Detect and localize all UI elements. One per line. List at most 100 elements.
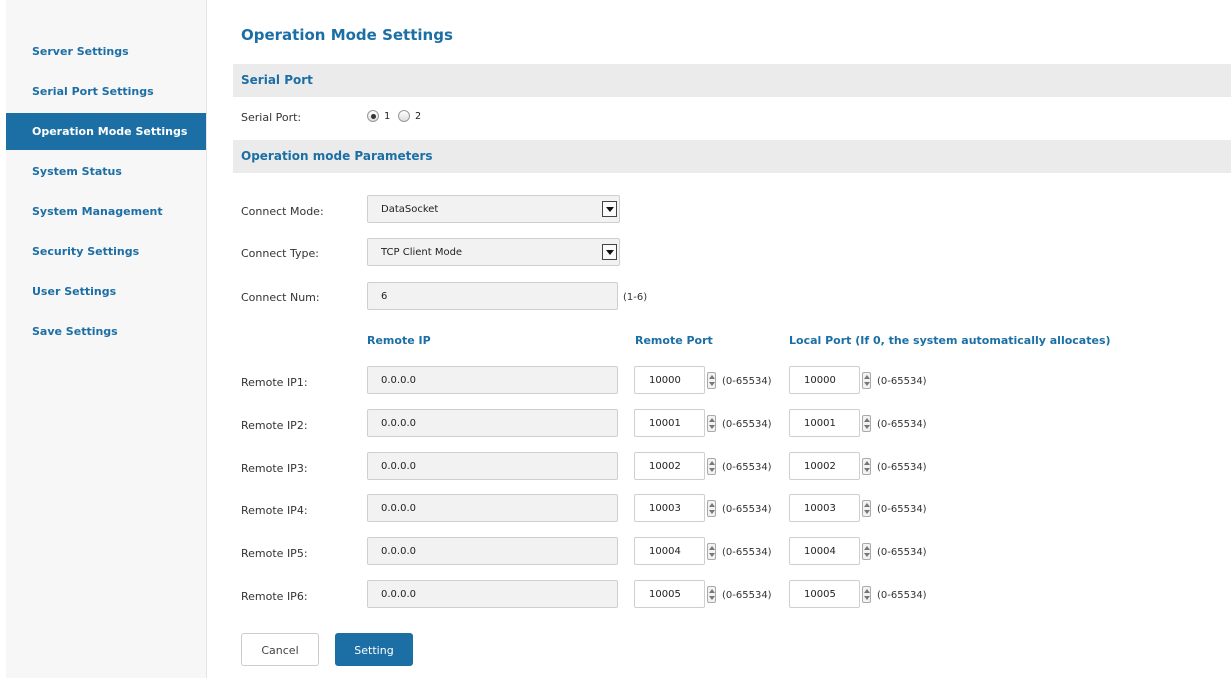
remote-port-input[interactable]: 10003 — [634, 494, 716, 522]
remote-ip-value: 0.0.0.0 — [381, 546, 416, 557]
remote-port-input[interactable]: 10004 — [634, 537, 716, 565]
operation-params-section-header: Operation mode Parameters — [233, 140, 1231, 173]
table-row: Remote IP1: 0.0.0.0 10000 (0-65534) 1000… — [207, 366, 1231, 394]
local-port-range-hint: (0-65534) — [877, 590, 927, 601]
remote-ip-input[interactable]: 0.0.0.0 — [367, 580, 618, 608]
local-port-range-hint: (0-65534) — [877, 504, 927, 515]
serial-port-radio-1[interactable] — [367, 110, 379, 122]
remote-port-column-header: Remote Port — [635, 334, 713, 347]
spinner-arrows-icon[interactable] — [862, 586, 871, 603]
local-port-range-hint: (0-65534) — [877, 547, 927, 558]
table-row: Remote IP4: 0.0.0.0 10003 (0-65534) 1000… — [207, 494, 1231, 522]
spinner-arrows-icon[interactable] — [707, 543, 716, 560]
connect-num-value: 6 — [381, 291, 388, 302]
sidebar-item-user-settings[interactable]: User Settings — [6, 272, 206, 312]
remote-port-range-hint: (0-65534) — [722, 376, 772, 387]
remote-ip-value: 0.0.0.0 — [381, 461, 416, 472]
radio-label-2: 2 — [415, 110, 422, 122]
main-content: Operation Mode Settings Serial Port Seri… — [207, 0, 1231, 678]
spinner-arrows-icon[interactable] — [707, 586, 716, 603]
remote-ip-input[interactable]: 0.0.0.0 — [367, 452, 618, 480]
spinner-arrows-icon[interactable] — [707, 500, 716, 517]
spinner-arrows-icon[interactable] — [862, 372, 871, 389]
spinner-arrows-icon[interactable] — [862, 458, 871, 475]
remote-port-value: 10005 — [649, 589, 681, 600]
remote-port-value: 10000 — [649, 375, 681, 386]
sidebar-item-system-status[interactable]: System Status — [6, 152, 206, 192]
sidebar-item-server-settings[interactable]: Server Settings — [6, 32, 206, 72]
remote-port-range-hint: (0-65534) — [722, 547, 772, 558]
table-row: Remote IP5: 0.0.0.0 10004 (0-65534) 1000… — [207, 537, 1231, 565]
local-port-column-header: Local Port (If 0, the system automatical… — [789, 334, 1111, 347]
spinner-arrows-icon[interactable] — [707, 372, 716, 389]
remote-ip-value: 0.0.0.0 — [381, 589, 416, 600]
local-port-input[interactable]: 10003 — [789, 494, 871, 522]
connect-mode-value: DataSocket — [381, 204, 439, 215]
remote-ip-input[interactable]: 0.0.0.0 — [367, 537, 618, 565]
serial-port-radio-group: 1 2 — [367, 109, 429, 123]
remote-ip-column-header: Remote IP — [367, 334, 431, 347]
connect-num-label: Connect Num: — [241, 291, 320, 304]
spinner-arrows-icon[interactable] — [707, 458, 716, 475]
local-port-range-hint: (0-65534) — [877, 462, 927, 473]
connect-mode-select[interactable]: DataSocket — [367, 195, 620, 223]
remote-port-range-hint: (0-65534) — [722, 419, 772, 430]
connect-type-value: TCP Client Mode — [381, 247, 463, 258]
local-port-range-hint: (0-65534) — [877, 419, 927, 430]
remote-port-input[interactable]: 10000 — [634, 366, 716, 394]
connect-type-label: Connect Type: — [241, 247, 319, 260]
remote-ip-input[interactable]: 0.0.0.0 — [367, 409, 618, 437]
remote-ip-input[interactable]: 0.0.0.0 — [367, 366, 618, 394]
sidebar-item-operation-mode-settings[interactable]: Operation Mode Settings — [6, 113, 206, 150]
connect-type-select[interactable]: TCP Client Mode — [367, 238, 620, 266]
sidebar-item-system-management[interactable]: System Management — [6, 192, 206, 232]
section-heading: Serial Port — [241, 73, 313, 87]
local-port-input[interactable]: 10001 — [789, 409, 871, 437]
sidebar-nav: Server Settings Serial Port Settings Ope… — [6, 0, 207, 678]
sidebar-item-security-settings[interactable]: Security Settings — [6, 232, 206, 272]
spinner-arrows-icon[interactable] — [707, 415, 716, 432]
sidebar-item-serial-port-settings[interactable]: Serial Port Settings — [6, 72, 206, 112]
remote-ip-row-label: Remote IP3: — [241, 462, 308, 475]
chevron-down-icon[interactable] — [602, 201, 617, 217]
connect-num-input[interactable]: 6 — [367, 282, 618, 310]
connect-mode-label: Connect Mode: — [241, 205, 324, 218]
remote-port-range-hint: (0-65534) — [722, 462, 772, 473]
remote-port-input[interactable]: 10001 — [634, 409, 716, 437]
chevron-down-icon[interactable] — [602, 244, 617, 260]
local-port-range-hint: (0-65534) — [877, 376, 927, 387]
remote-ip-row-label: Remote IP4: — [241, 504, 308, 517]
remote-port-input[interactable]: 10005 — [634, 580, 716, 608]
spinner-arrows-icon[interactable] — [862, 415, 871, 432]
remote-ip-row-label: Remote IP6: — [241, 590, 308, 603]
remote-port-value: 10003 — [649, 503, 681, 514]
remote-ip-row-label: Remote IP2: — [241, 419, 308, 432]
remote-port-range-hint: (0-65534) — [722, 504, 772, 515]
remote-port-input[interactable]: 10002 — [634, 452, 716, 480]
remote-ip-row-label: Remote IP1: — [241, 376, 308, 389]
serial-port-section-header: Serial Port — [233, 64, 1231, 97]
connect-num-range-hint: (1-6) — [623, 292, 648, 303]
table-row: Remote IP2: 0.0.0.0 10001 (0-65534) 1000… — [207, 409, 1231, 437]
local-port-input[interactable]: 10004 — [789, 537, 871, 565]
setting-button[interactable]: Setting — [335, 633, 413, 666]
remote-ip-value: 0.0.0.0 — [381, 418, 416, 429]
sidebar-item-save-settings[interactable]: Save Settings — [6, 312, 206, 352]
remote-ip-input[interactable]: 0.0.0.0 — [367, 494, 618, 522]
local-port-input[interactable]: 10005 — [789, 580, 871, 608]
remote-ip-value: 0.0.0.0 — [381, 375, 416, 386]
serial-port-label: Serial Port: — [241, 111, 302, 124]
remote-port-range-hint: (0-65534) — [722, 590, 772, 601]
table-row: Remote IP3: 0.0.0.0 10002 (0-65534) 1000… — [207, 452, 1231, 480]
local-port-input[interactable]: 10002 — [789, 452, 871, 480]
local-port-value: 10004 — [804, 546, 836, 557]
local-port-value: 10005 — [804, 589, 836, 600]
local-port-input[interactable]: 10000 — [789, 366, 871, 394]
cancel-button[interactable]: Cancel — [241, 633, 319, 666]
local-port-value: 10003 — [804, 503, 836, 514]
spinner-arrows-icon[interactable] — [862, 500, 871, 517]
spinner-arrows-icon[interactable] — [862, 543, 871, 560]
section-heading: Operation mode Parameters — [241, 149, 433, 163]
serial-port-radio-2[interactable] — [398, 110, 411, 122]
local-port-value: 10001 — [804, 418, 836, 429]
